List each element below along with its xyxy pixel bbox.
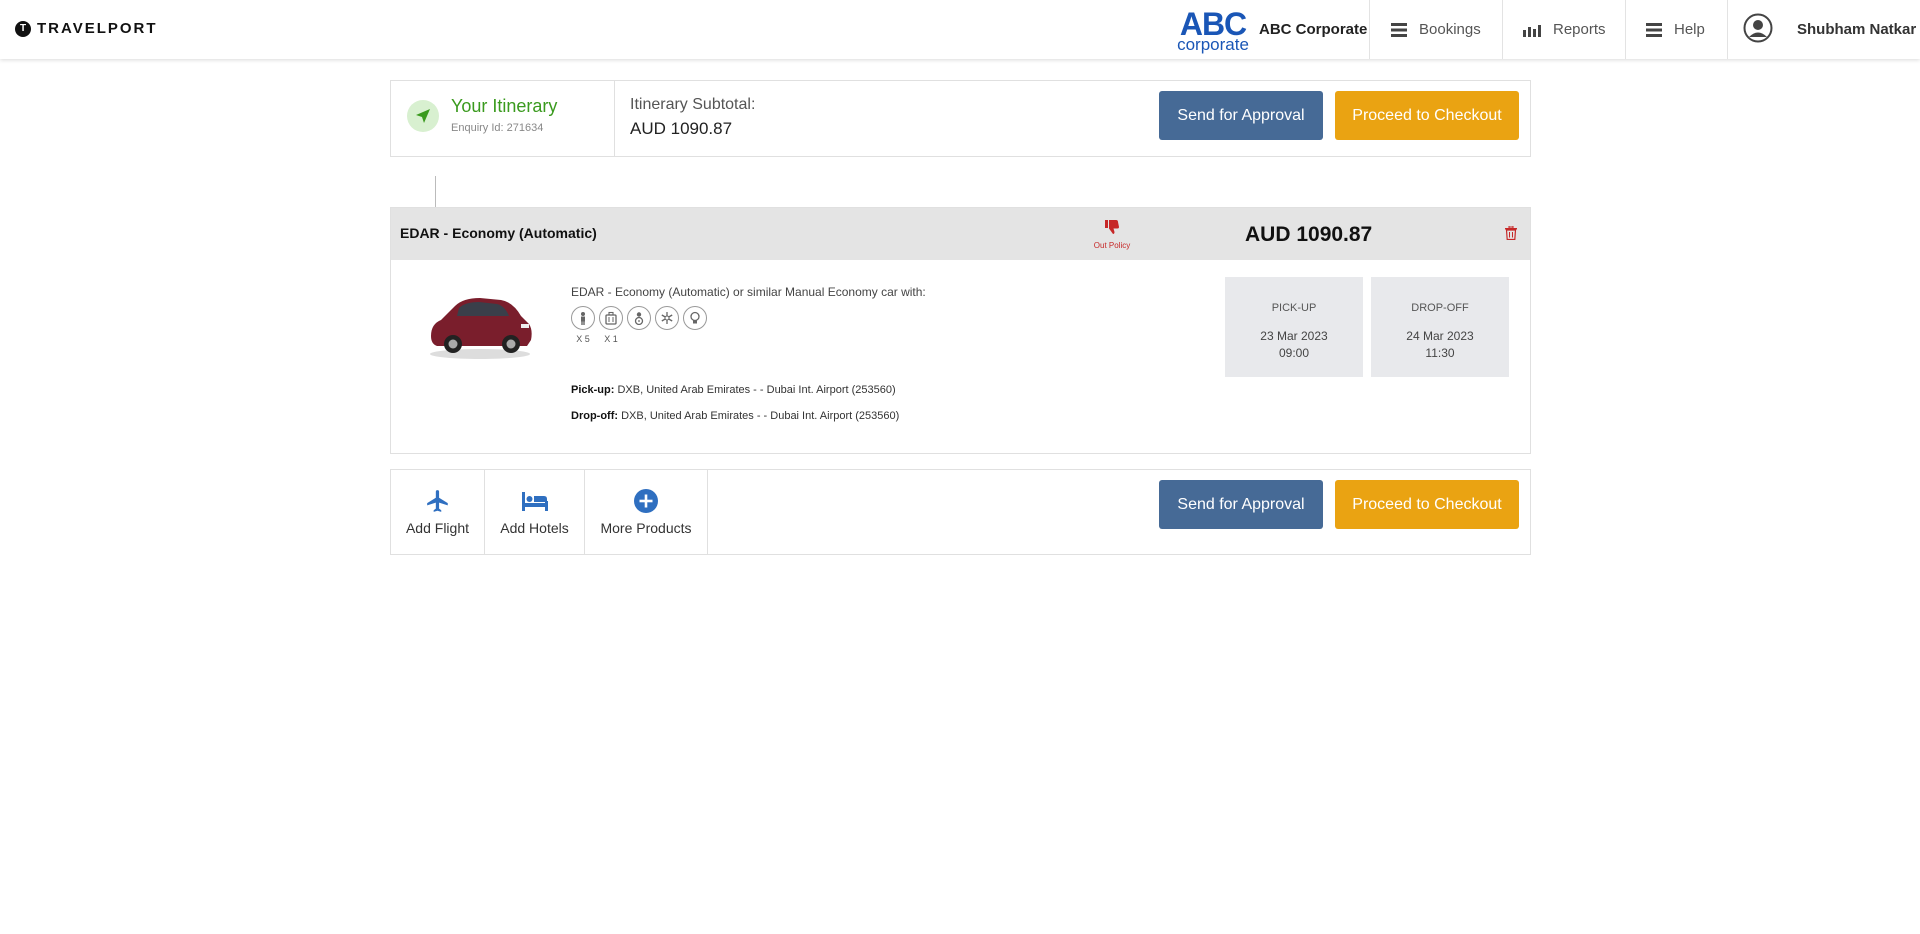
nav-bookings-label: Bookings (1419, 21, 1481, 38)
nav-bookings[interactable]: Bookings (1369, 0, 1502, 59)
feature-luggage: X 1 (599, 306, 623, 344)
car-description: EDAR - Economy (Automatic) or similar Ma… (571, 285, 926, 299)
navigation-arrow-icon (407, 100, 439, 132)
pickup-time: 09:00 (1278, 346, 1310, 360)
menu-icon (1391, 22, 1407, 37)
add-hotels-label: Add Hotels (500, 520, 569, 536)
more-products-button[interactable]: More Products (585, 470, 708, 554)
send-for-approval-button[interactable]: Send for Approval (1159, 91, 1323, 140)
car-image (425, 284, 535, 362)
nav-help-label: Help (1674, 21, 1705, 38)
feature-air-conditioning (655, 306, 679, 344)
travelport-logo[interactable]: T TRAVELPORT (15, 20, 158, 37)
subtotal-label: Itinerary Subtotal: (630, 96, 756, 113)
ac-count (655, 334, 679, 344)
pickup-location-value: DXB, United Arab Emirates - - Dubai Int.… (614, 384, 896, 396)
subtotal-amount: AUD 1090.87 (630, 119, 733, 138)
luggage-icon (599, 306, 623, 330)
car-features: X 5 X 1 (571, 306, 711, 344)
bar-chart-icon (1523, 23, 1541, 37)
car-card-header: EDAR - Economy (Automatic) Out Policy AU… (391, 208, 1530, 260)
delete-icon[interactable] (1505, 225, 1517, 245)
nav-reports-label: Reports (1553, 21, 1606, 38)
air-conditioning-icon (655, 306, 679, 330)
menu-icon (1646, 22, 1662, 37)
luggage-count: X 1 (604, 334, 618, 344)
proceed-to-checkout-button[interactable]: Proceed to Checkout (1335, 91, 1519, 140)
car-price: AUD 1090.87 (1245, 223, 1373, 246)
dropoff-box-label: DROP-OFF (1411, 302, 1469, 314)
plus-circle-icon (633, 488, 659, 514)
driver-icon (627, 306, 651, 330)
nav-help[interactable]: Help (1625, 0, 1727, 59)
bed-icon (521, 488, 549, 514)
pickup-datetime-box: PICK-UP 23 Mar 2023 09:00 (1225, 277, 1363, 377)
feature-driver (627, 306, 651, 344)
dropoff-location-value: DXB, United Arab Emirates - - Dubai Int.… (618, 410, 900, 422)
driver-count (627, 334, 651, 344)
feature-fuel (683, 306, 707, 344)
corp-logo-corporate: corporate (1177, 35, 1249, 54)
add-flight-button[interactable]: Add Flight (391, 470, 485, 554)
pickup-box-label: PICK-UP (1271, 302, 1317, 314)
timeline-connector (435, 176, 436, 207)
pickup-location: Pick-up: DXB, United Arab Emirates - - D… (571, 384, 896, 396)
dropoff-datetime-box: DROP-OFF 24 Mar 2023 11:30 (1371, 277, 1509, 377)
fuel-icon (683, 306, 707, 330)
corporate-logo: ABC corporate (1176, 8, 1250, 54)
more-products-label: More Products (600, 520, 692, 536)
user-avatar-icon (1743, 13, 1773, 47)
fuel-count (683, 334, 707, 344)
nav-user-profile[interactable]: Shubham Natkar (1727, 0, 1920, 59)
nav-reports[interactable]: Reports (1502, 0, 1625, 59)
proceed-to-checkout-button-bottom[interactable]: Proceed to Checkout (1335, 480, 1519, 529)
out-policy-label: Out Policy (1093, 241, 1131, 250)
out-policy-indicator[interactable]: Out Policy (1090, 219, 1134, 250)
add-products-bar: Add Flight Add Hotels More Products Send… (390, 469, 1531, 555)
thumbs-down-icon (1104, 220, 1120, 239)
enquiry-id: Enquiry Id: 271634 (451, 122, 544, 134)
pickup-location-label: Pick-up: (571, 384, 615, 396)
add-hotels-button[interactable]: Add Hotels (485, 470, 585, 554)
feature-passengers: X 5 (571, 306, 595, 344)
user-name: Shubham Natkar (1797, 21, 1917, 38)
brand-mark-icon: T (15, 20, 31, 37)
send-for-approval-button-bottom[interactable]: Send for Approval (1159, 480, 1323, 529)
pickup-date: 23 Mar 2023 (1260, 329, 1328, 343)
top-bar: T TRAVELPORT ABC corporate ABC Corporate… (0, 0, 1920, 59)
dropoff-date: 24 Mar 2023 (1406, 329, 1474, 343)
passenger-icon (571, 306, 595, 330)
car-rental-card: EDAR - Economy (Automatic) Out Policy AU… (390, 207, 1531, 454)
brand-text: TRAVELPORT (37, 20, 158, 37)
itinerary-title-section: Your Itinerary Enquiry Id: 271634 (391, 81, 615, 156)
passenger-count: X 5 (576, 334, 590, 344)
dropoff-location-label: Drop-off: (571, 410, 619, 422)
itinerary-summary: Your Itinerary Enquiry Id: 271634 Itiner… (390, 80, 1531, 157)
dropoff-time: 11:30 (1425, 346, 1455, 360)
car-title: EDAR - Economy (Automatic) (400, 225, 597, 241)
airplane-icon (425, 488, 451, 514)
dropoff-location: Drop-off: DXB, United Arab Emirates - - … (571, 410, 899, 422)
corporate-name: ABC Corporate (1259, 21, 1368, 38)
itinerary-title: Your Itinerary (451, 96, 558, 116)
add-flight-label: Add Flight (405, 520, 470, 536)
